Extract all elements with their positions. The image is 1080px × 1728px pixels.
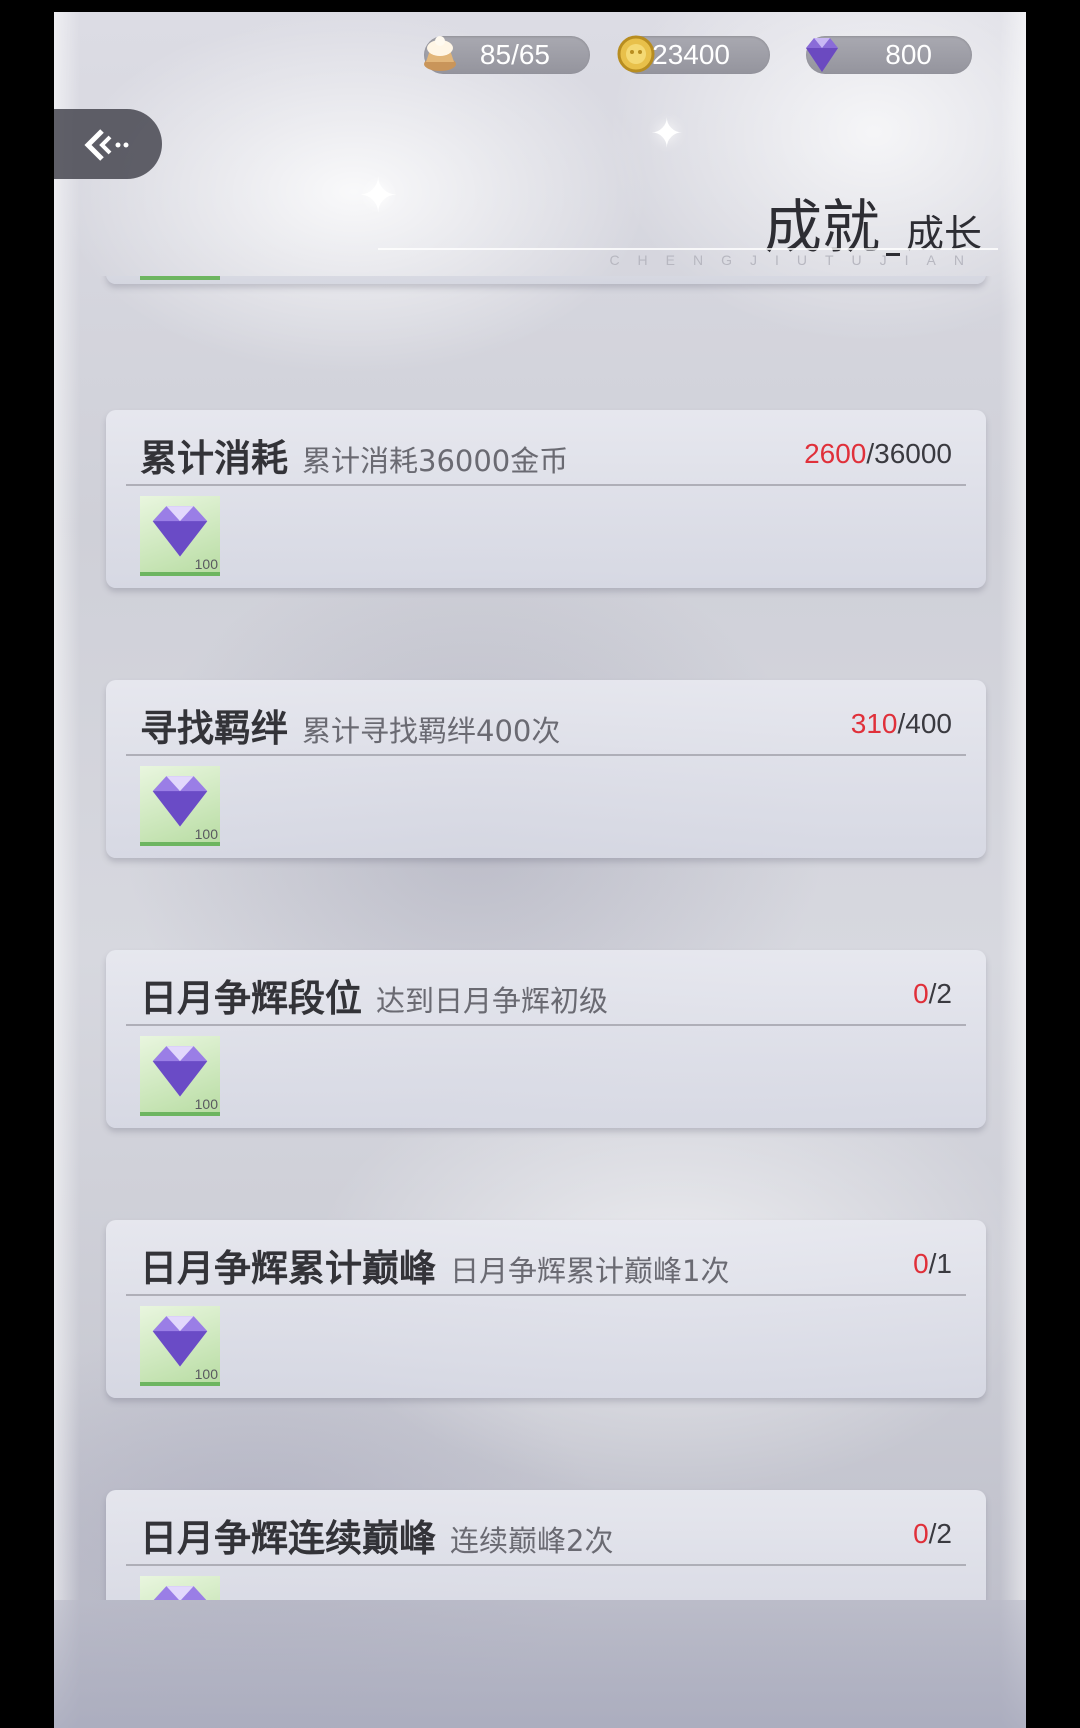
diamond-counter[interactable]: 800 [806,36,972,74]
back-arrow-icon [84,129,129,161]
cake-icon [424,36,456,71]
achievement-list[interactable]: 100 累计消耗累计消耗36000金币 2600/36000 100 寻找羁绊累… [54,276,1026,1600]
diamond-icon [153,1586,207,1600]
diamond-value: 800 [885,39,932,70]
achievement-card: 累计消耗 累计消耗36000金币 2600/36000 100 [106,410,986,588]
achievement-name: 寻找羁绊 累计寻找羁绊400次 [140,706,561,750]
achievement-name: 日月争辉连续巅峰 连续巅峰2次 [140,1516,614,1560]
achievement-card-partial: 100 [106,276,986,284]
achievement-card: 日月争辉连续巅峰 连续巅峰2次 0/2 [106,1490,986,1600]
card-divider [126,754,966,756]
gold-value: 23400 [652,39,730,70]
achievement-desc: 累计消耗36000金币 [302,444,569,478]
bottom-background [54,1600,1026,1728]
reward-amount: 100 [194,826,218,842]
reward-item[interactable]: 100 [140,1306,220,1386]
diamond-icon [152,506,208,557]
reward-amount: 100 [194,556,218,572]
achievement-progress: 2600/36000 [804,438,952,469]
sparkle-icon: ✦ [650,111,684,157]
reward-item[interactable]: 100 [140,496,220,576]
diamond-icon [152,1046,208,1097]
achievement-desc: 达到日月争辉初级 [376,984,609,1018]
title-main: 成就 [763,193,880,261]
card-divider [126,1024,966,1026]
achievement-name: 日月争辉段位 达到日月争辉初级 [140,976,609,1020]
reward-item[interactable] [140,1576,220,1600]
achievement-screen: ✦ ✦ 85/65 23400 800 成就 成长 CHENGJIUTUJIAN… [54,12,1026,1728]
card-divider [126,1564,966,1566]
reward-item[interactable]: 100 [140,1036,220,1116]
card-divider [126,1294,966,1296]
achievement-card: 日月争辉累计巅峰 日月争辉累计巅峰1次 0/1 100 [106,1220,986,1398]
reward-amount: 100 [194,1366,218,1382]
sparkle-icon: ✦ [358,168,399,224]
achievement-card: 日月争辉段位 达到日月争辉初级 0/2 100 [106,950,986,1128]
achievement-progress: 0/2 [913,978,952,1009]
achievement-progress: 0/2 [913,1518,952,1549]
gold-counter[interactable]: 23400 [617,35,770,74]
title-pinyin: CHENGJIUTUJIAN [609,252,982,268]
reward-item[interactable]: 100 [140,766,220,846]
reward-item[interactable]: 100 [140,276,220,280]
achievement-desc: 日月争辉累计巅峰1次 [450,1254,730,1288]
reward-amount: 100 [194,1096,218,1112]
achievement-name: 累计消耗 累计消耗36000金币 [140,436,569,480]
back-button[interactable] [54,109,162,179]
stamina-counter[interactable]: 85/65 [424,36,590,74]
achievement-progress: 310/400 [850,708,952,739]
achievement-name: 日月争辉累计巅峰 日月争辉累计巅峰1次 [140,1246,730,1290]
achievement-desc: 累计寻找羁绊400次 [302,714,561,748]
achievement-progress: 0/1 [913,1248,952,1279]
title-underline [378,248,998,250]
diamond-icon [152,1316,208,1367]
card-divider [126,484,966,486]
achievement-desc: 连续巅峰2次 [450,1524,614,1558]
achievement-card: 寻找羁绊 累计寻找羁绊400次 310/400 100 [106,680,986,858]
diamond-icon [152,776,208,827]
diamond-icon [806,38,838,72]
stamina-value: 85/65 [479,39,550,70]
